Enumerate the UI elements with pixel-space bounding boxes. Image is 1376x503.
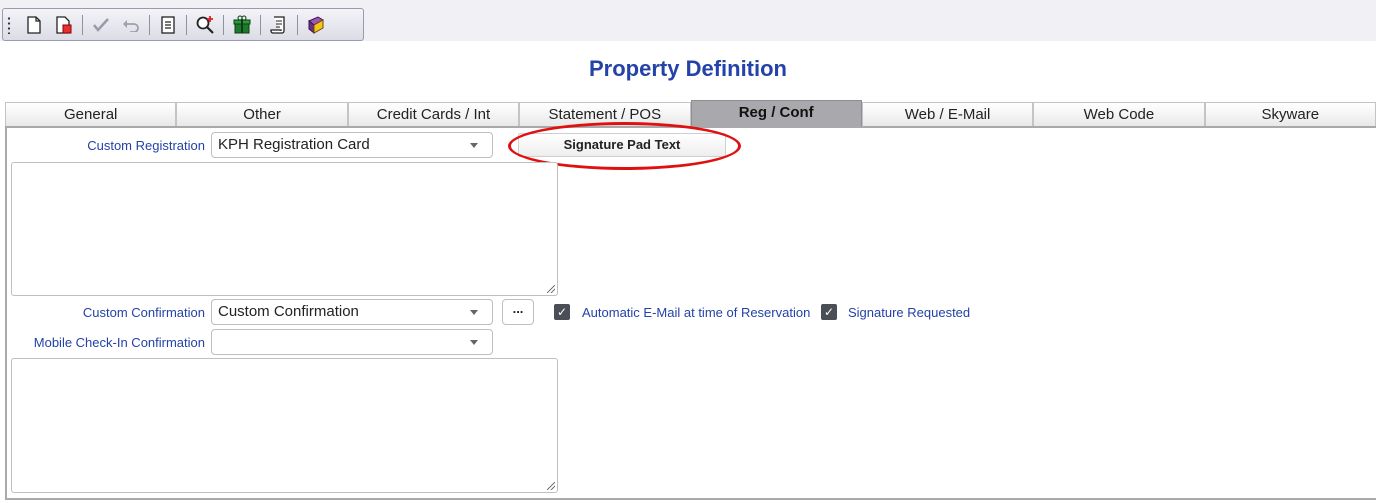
toolbar-separator bbox=[82, 14, 83, 35]
tab-other[interactable]: Other bbox=[176, 102, 348, 126]
tab-web-code[interactable]: Web Code bbox=[1033, 102, 1205, 126]
tab-skyware[interactable]: Skyware bbox=[1204, 102, 1376, 126]
custom-confirmation-label: Custom Confirmation bbox=[82, 305, 205, 320]
report-icon[interactable] bbox=[156, 13, 180, 37]
auto-email-checkbox[interactable]: ✓ bbox=[554, 304, 570, 320]
toolbar-separator bbox=[260, 14, 261, 35]
new-document-icon[interactable] bbox=[22, 13, 46, 37]
tab-general[interactable]: General bbox=[5, 102, 177, 126]
chevron-down-icon bbox=[470, 340, 478, 345]
mobile-checkin-select[interactable] bbox=[211, 329, 493, 355]
toolbar bbox=[2, 8, 364, 41]
save-check-icon[interactable] bbox=[89, 13, 113, 37]
toolbar-separator bbox=[223, 14, 224, 35]
browse-button[interactable]: ... bbox=[502, 299, 534, 325]
gift-icon[interactable] bbox=[230, 13, 254, 37]
toolbar-separator bbox=[297, 14, 298, 35]
custom-registration-select[interactable]: KPH Registration Card bbox=[211, 132, 493, 158]
resize-grip-icon[interactable] bbox=[547, 285, 555, 293]
tab-reg-conf[interactable]: Reg / Conf bbox=[690, 100, 862, 126]
signature-requested-label: Signature Requested bbox=[848, 305, 971, 320]
delete-document-icon[interactable] bbox=[52, 13, 76, 37]
page-title: Property Definition bbox=[588, 56, 787, 81]
tab-credit-cards[interactable]: Credit Cards / Int bbox=[347, 102, 520, 126]
signature-requested-checkbox[interactable]: ✓ bbox=[821, 304, 837, 320]
custom-confirmation-value: Custom Confirmation bbox=[218, 303, 359, 320]
mobile-checkin-label: Mobile Check-In Confirmation bbox=[33, 335, 205, 350]
search-add-icon[interactable] bbox=[193, 13, 217, 37]
auto-email-label: Automatic E-Mail at time of Reservation bbox=[582, 305, 811, 320]
chevron-down-icon bbox=[470, 143, 478, 148]
tab-web-email[interactable]: Web / E-Mail bbox=[861, 102, 1034, 126]
custom-registration-label: Custom Registration bbox=[87, 138, 205, 153]
scroll-icon[interactable] bbox=[267, 13, 291, 37]
undo-icon[interactable] bbox=[119, 13, 143, 37]
resize-grip-icon[interactable] bbox=[547, 482, 555, 490]
custom-confirmation-select[interactable]: Custom Confirmation bbox=[211, 299, 493, 325]
registration-text-area[interactable] bbox=[11, 162, 558, 296]
toolbar-grip[interactable] bbox=[7, 15, 11, 34]
confirmation-text-area[interactable] bbox=[11, 358, 558, 493]
chevron-down-icon bbox=[470, 310, 478, 315]
tab-statement-pos[interactable]: Statement / POS bbox=[519, 102, 691, 126]
signature-pad-text-button[interactable]: Signature Pad Text bbox=[518, 133, 726, 157]
toolbar-separator bbox=[186, 14, 187, 35]
tab-bar: General Other Credit Cards / Int Stateme… bbox=[5, 100, 1376, 126]
book-icon[interactable] bbox=[304, 13, 328, 37]
custom-registration-value: KPH Registration Card bbox=[218, 136, 370, 153]
toolbar-separator bbox=[149, 14, 150, 35]
